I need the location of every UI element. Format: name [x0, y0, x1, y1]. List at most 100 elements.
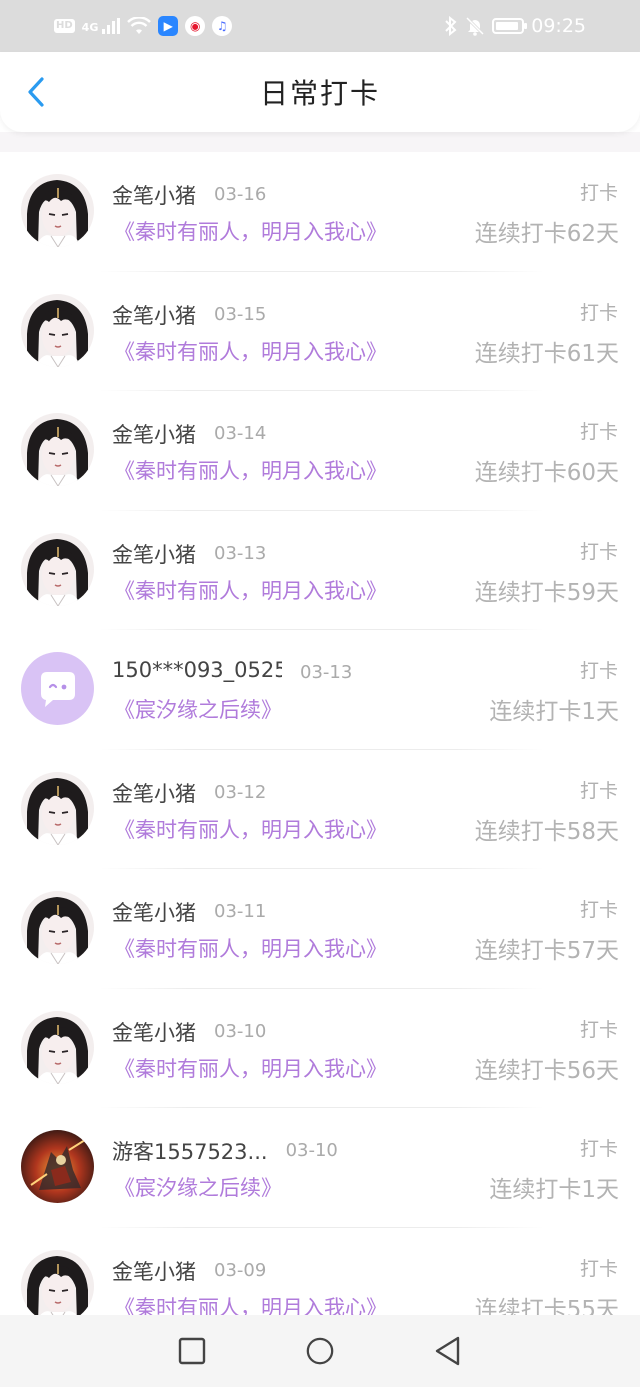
streak-text: 连续打卡59天 [474, 579, 619, 606]
checkin-list-item[interactable]: 游客1557523... 03-10 《宸汐缘之后续》 打卡 连续打卡1天 [0, 1108, 640, 1228]
book-title-link[interactable]: 《秦时有丽人，明月入我心》 [114, 814, 387, 844]
chevron-left-icon [28, 77, 44, 107]
checkin-date: 03-16 [214, 184, 267, 205]
battery-level-fill [496, 22, 519, 30]
recent-apps-button[interactable] [177, 1336, 207, 1366]
back-icon [435, 1336, 460, 1366]
manga-portrait-image [21, 413, 94, 486]
avatar[interactable] [21, 293, 94, 367]
status-bar-right: 09:25 [444, 15, 586, 37]
checkin-date: 03-11 [214, 901, 267, 922]
status-bar: HD 4G ▶ ◉ ♫ 09:25 [0, 0, 640, 52]
battery-icon [492, 18, 528, 34]
checkin-tag: 打卡 [579, 421, 618, 443]
book-title-link[interactable]: 《秦时有丽人，明月入我心》 [114, 933, 387, 963]
user-name: 金笔小猪 [112, 901, 196, 925]
streak-text: 连续打卡60天 [474, 460, 619, 486]
book-title-link[interactable]: 《秦时有丽人，明月入我心》 [114, 216, 387, 246]
checkin-date: 03-10 [285, 1140, 338, 1161]
manga-portrait-image [21, 1010, 94, 1084]
checkin-list-item[interactable]: 金笔小猪 03-10 《秦时有丽人，明月入我心》 打卡 连续打卡56天 [0, 989, 640, 1108]
weibo-icon: ◉ [185, 16, 206, 36]
status-bar-left: HD 4G ▶ ◉ ♫ [54, 16, 233, 36]
checkin-list-item[interactable]: 150***093_0525 03-13 《宸汐缘之后续》 打卡 连续打卡1天 [0, 630, 640, 750]
avatar[interactable] [21, 771, 94, 845]
user-name: 金笔小猪 [112, 1020, 196, 1045]
app-blue-icon: ▶ [158, 16, 179, 36]
manga-portrait-image [21, 293, 94, 367]
system-back-button[interactable] [433, 1336, 463, 1366]
streak-text: 连续打卡62天 [474, 221, 619, 247]
checkin-tag: 打卡 [579, 301, 618, 324]
user-name: 金笔小猪 [112, 303, 196, 328]
streak-text: 连续打卡1天 [489, 699, 619, 725]
streak-text: 连续打卡61天 [474, 340, 619, 367]
hd-indicator: HD [54, 19, 75, 33]
manga-portrait-image [21, 771, 94, 845]
checkin-list-item[interactable]: 金笔小猪 03-14 《秦时有丽人，明月入我心》 打卡 连续打卡60天 [0, 391, 640, 511]
book-title-link[interactable]: 《宸汐缘之后续》 [114, 694, 282, 724]
checkin-date: 03-12 [214, 781, 267, 803]
avatar[interactable] [21, 1249, 94, 1315]
checkin-list-item[interactable]: 金笔小猪 03-16 《秦时有丽人，明月入我心》 打卡 连续打卡62天 [0, 152, 640, 272]
checkin-tag: 打卡 [579, 1138, 618, 1160]
avatar[interactable] [21, 1130, 94, 1203]
recent-apps-icon [178, 1337, 206, 1365]
book-title-link[interactable]: 《秦时有丽人，明月入我心》 [114, 575, 387, 605]
checkin-tag: 打卡 [579, 1018, 618, 1041]
checkin-date: 03-09 [214, 1259, 267, 1281]
user-name: 金笔小猪 [112, 542, 196, 567]
checkin-list-item[interactable]: 金笔小猪 03-09 《秦时有丽人，明月入我心》 打卡 连续打卡55天 [0, 1228, 640, 1316]
manga-portrait-image [21, 891, 94, 964]
system-nav-bar [0, 1315, 640, 1387]
default-chat-avatar-image [21, 652, 94, 725]
status-time: 09:25 [531, 15, 586, 37]
avatar[interactable] [21, 413, 94, 486]
checkin-date: 03-14 [214, 423, 267, 444]
checkin-list-item[interactable]: 金笔小猪 03-15 《秦时有丽人，明月入我心》 打卡 连续打卡61天 [0, 272, 640, 391]
streak-text: 连续打卡57天 [474, 938, 619, 964]
checkin-tag: 打卡 [579, 779, 618, 802]
user-name: 金笔小猪 [112, 184, 196, 208]
checkin-tag: 打卡 [579, 660, 618, 682]
manga-portrait-image [21, 532, 94, 606]
page-title: 日常打卡 [259, 77, 380, 110]
network-indicator: 4G [82, 18, 121, 34]
checkin-date: 03-15 [214, 303, 267, 325]
avatar[interactable] [21, 1010, 94, 1084]
checkin-date: 03-13 [214, 542, 267, 564]
avatar[interactable] [21, 532, 94, 606]
bell-muted-icon [466, 16, 485, 36]
streak-text: 连续打卡58天 [474, 818, 619, 845]
checkin-list-item[interactable]: 金笔小猪 03-13 《秦时有丽人，明月入我心》 打卡 连续打卡59天 [0, 511, 640, 630]
user-name: 游客1557523... [112, 1140, 268, 1164]
user-name: 金笔小猪 [112, 423, 196, 447]
checkin-tag: 打卡 [579, 540, 618, 563]
book-title-link[interactable]: 《秦时有丽人，明月入我心》 [114, 455, 387, 485]
checkin-list[interactable]: 金笔小猪 03-16 《秦时有丽人，明月入我心》 打卡 连续打卡62天 金笔小猪… [0, 152, 640, 1315]
manga-portrait-image [21, 174, 94, 247]
user-name: 150***093_0525 [112, 658, 282, 682]
music-icon: ♫ [212, 16, 233, 36]
book-title-link[interactable]: 《秦时有丽人，明月入我心》 [114, 1053, 387, 1083]
checkin-list-item[interactable]: 金笔小猪 03-11 《秦时有丽人，明月入我心》 打卡 连续打卡57天 [0, 869, 640, 989]
back-button[interactable] [18, 74, 54, 110]
header-separator-band [0, 132, 640, 152]
book-title-link[interactable]: 《秦时有丽人，明月入我心》 [114, 1292, 387, 1316]
avatar[interactable] [21, 891, 94, 964]
manga-portrait-image [21, 1249, 94, 1315]
home-button[interactable] [305, 1336, 335, 1366]
book-title-link[interactable]: 《宸汐缘之后续》 [114, 1172, 282, 1202]
streak-text: 连续打卡55天 [474, 1296, 619, 1316]
user-name: 金笔小猪 [112, 781, 196, 806]
page-header: 日常打卡 [0, 52, 640, 132]
checkin-tag: 打卡 [579, 1257, 618, 1280]
checkin-list-item[interactable]: 金笔小猪 03-12 《秦时有丽人，明月入我心》 打卡 连续打卡58天 [0, 750, 640, 869]
wifi-icon [127, 17, 152, 34]
avatar[interactable] [21, 174, 94, 247]
checkin-date: 03-10 [214, 1020, 267, 1042]
book-title-link[interactable]: 《秦时有丽人，明月入我心》 [114, 336, 387, 366]
avatar[interactable] [21, 652, 94, 725]
checkin-date: 03-13 [300, 662, 353, 683]
game-character-avatar-image [21, 1130, 94, 1203]
